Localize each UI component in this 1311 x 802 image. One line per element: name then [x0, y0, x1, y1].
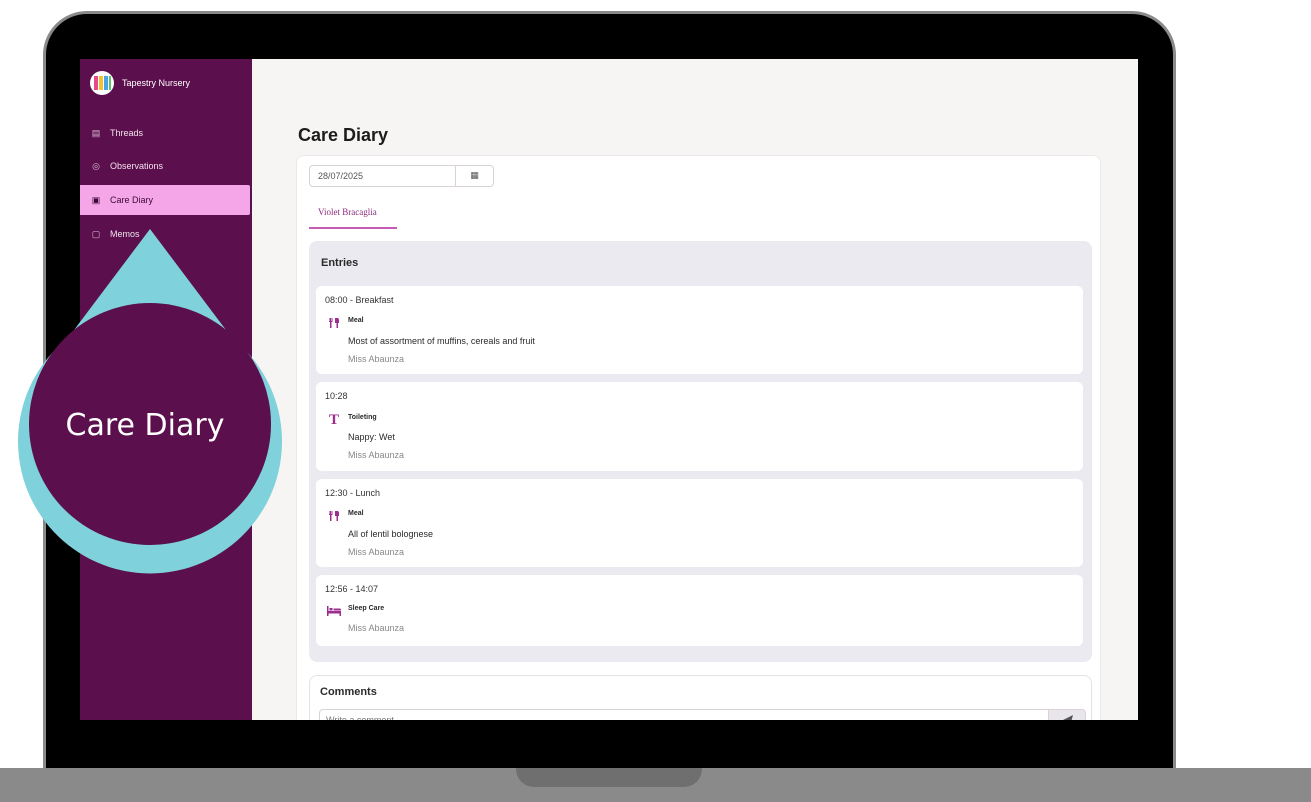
callout-label: Care Diary	[65, 408, 225, 443]
entries-title: Entries	[321, 257, 359, 269]
brand-name: Tapestry Nursery	[122, 78, 191, 88]
entry-description: Nappy: Wet	[348, 432, 395, 442]
observations-icon: ◎	[92, 160, 100, 171]
entry-card[interactable]: 10:28 T Toileting Nappy: Wet Miss Abaunz…	[316, 382, 1083, 471]
entry-author: Miss Abaunza	[348, 450, 405, 460]
sidebar-item-label: Threads	[110, 128, 144, 138]
toileting-icon: T	[328, 411, 339, 428]
comments-title: Comments	[320, 686, 377, 698]
stage: Tapestry Nursery ▤ Threads ◎ Observation…	[0, 0, 1311, 802]
entry-time: 10:28	[325, 391, 348, 401]
laptop-notch	[516, 768, 702, 787]
entry-description: Most of assortment of muffins, cereals a…	[348, 336, 535, 346]
entry-description: All of lentil bolognese	[348, 529, 434, 539]
entry-author: Miss Abaunza	[348, 547, 405, 557]
entry-time: 12:30 - Lunch	[325, 488, 381, 498]
care-diary-card: 28/07/2025 ▦ Violet Bracaglia Entries 08…	[296, 155, 1101, 720]
sidebar-item-care-diary[interactable]: ▣ Care Diary	[80, 185, 250, 215]
entry-time: 12:56 - 14:07	[325, 584, 379, 594]
entry-type: Sleep Care	[348, 605, 385, 612]
care-diary-icon: ▣	[91, 194, 101, 205]
sidebar-item-observations[interactable]: ◎ Observations	[80, 151, 252, 181]
entry-author: Miss Abaunza	[348, 354, 405, 364]
tab-child[interactable]: Violet Bracaglia	[309, 207, 397, 229]
entry-card[interactable]: 12:30 - Lunch Meal All of lentil bologne…	[316, 479, 1083, 567]
date-picker[interactable]: 28/07/2025 ▦	[309, 165, 494, 187]
send-icon[interactable]	[1048, 709, 1086, 720]
brand-logo-icon	[90, 71, 114, 95]
comment-input[interactable]	[319, 709, 1049, 720]
memos-icon: ▢	[91, 228, 101, 239]
entry-time: 08:00 - Breakfast	[325, 295, 394, 305]
entry-card[interactable]: 12:56 - 14:07 Sleep Care Miss Abaunza	[316, 575, 1083, 646]
comments-section: Comments	[309, 675, 1092, 720]
meal-icon	[326, 316, 342, 330]
sidebar-item-memos[interactable]: ▢ Memos	[80, 219, 252, 249]
entry-author: Miss Abaunza	[348, 623, 405, 633]
page-title: Care Diary	[298, 125, 389, 145]
entry-card[interactable]: 08:00 - Breakfast Meal Most of assortmen…	[316, 286, 1083, 374]
sidebar: Tapestry Nursery ▤ Threads ◎ Observation…	[80, 59, 252, 720]
sidebar-item-label: Memos	[110, 229, 140, 239]
main-content: Care Diary 28/07/2025 ▦ Violet Bracaglia…	[252, 59, 1138, 720]
threads-icon: ▤	[91, 127, 101, 138]
entries-panel: Entries 08:00 - Breakfast Meal Most of a…	[309, 241, 1092, 662]
meal-icon	[326, 509, 342, 523]
entry-type: Toileting	[348, 414, 377, 421]
app-screen: Tapestry Nursery ▤ Threads ◎ Observation…	[80, 59, 1138, 720]
sidebar-item-threads[interactable]: ▤ Threads	[80, 118, 252, 148]
calendar-icon[interactable]: ▦	[455, 166, 493, 186]
entry-type: Meal	[348, 510, 364, 517]
sidebar-item-label: Observations	[110, 161, 164, 171]
sidebar-item-label: Care Diary	[110, 195, 154, 205]
brand[interactable]: Tapestry Nursery	[90, 71, 190, 95]
entry-type: Meal	[348, 317, 364, 324]
date-value[interactable]: 28/07/2025	[310, 171, 455, 181]
sleep-icon	[326, 604, 342, 618]
